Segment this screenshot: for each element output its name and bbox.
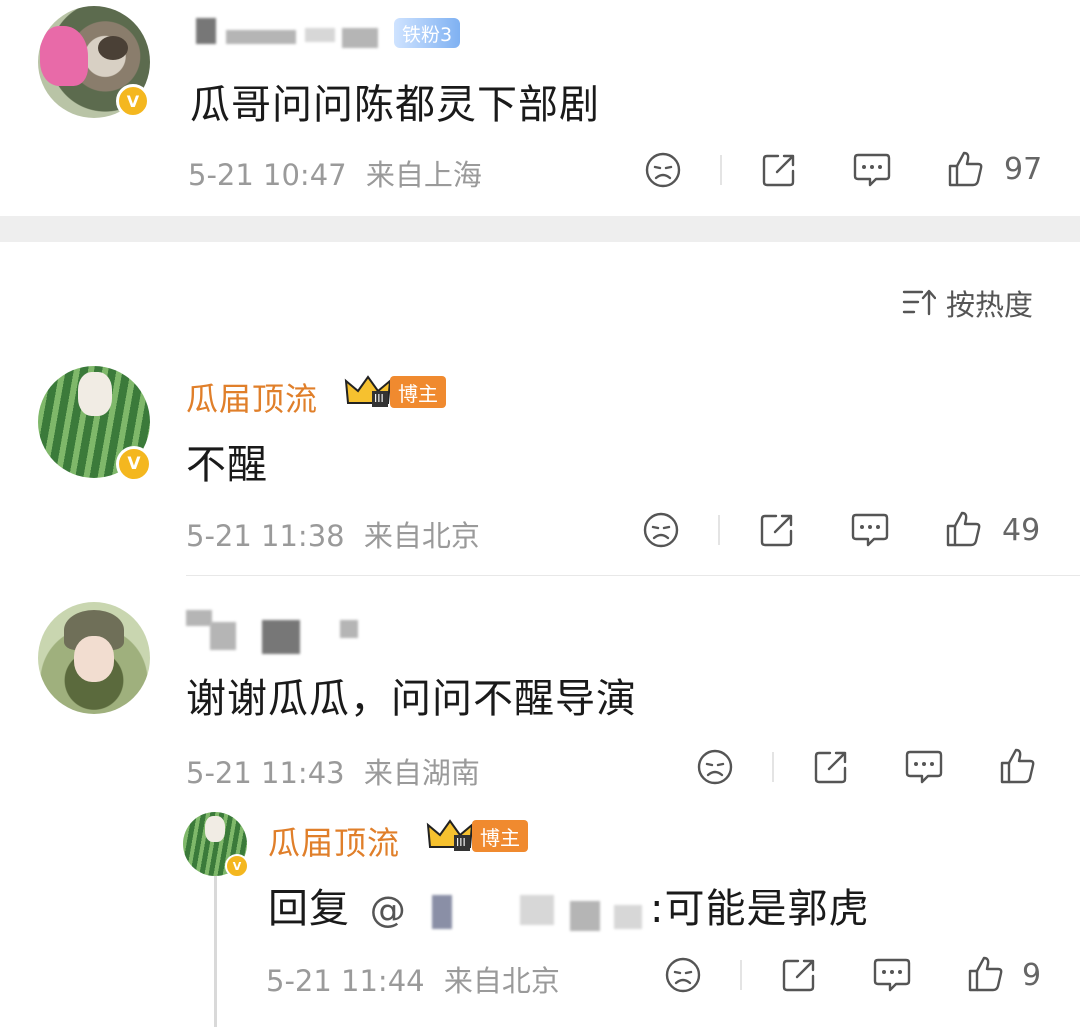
verified-v-icon: V bbox=[225, 854, 249, 878]
crown-level: III bbox=[456, 836, 466, 849]
sort-toggle[interactable]: 按热度 bbox=[900, 282, 1045, 322]
mention-redacted-part bbox=[614, 905, 643, 929]
comment-time: 5-21 11:44 bbox=[266, 964, 425, 998]
like-count: 97 bbox=[1004, 152, 1043, 187]
sort-label: 按热度 bbox=[946, 288, 1034, 322]
blogger-badge: 博主 bbox=[472, 820, 528, 852]
dislike-face-icon[interactable] bbox=[642, 511, 680, 549]
username-redacted bbox=[186, 610, 212, 626]
like-count: 49 bbox=[1002, 513, 1041, 548]
mention-redacted-part bbox=[520, 895, 555, 925]
comment-time: 5-21 11:38 bbox=[186, 519, 345, 553]
like-thumb-icon[interactable] bbox=[946, 149, 986, 189]
username-redacted bbox=[210, 622, 236, 650]
crown-icon bbox=[344, 375, 392, 407]
share-icon[interactable] bbox=[780, 956, 818, 994]
comment-text: 谢谢瓜瓜，问问不醒导演 bbox=[186, 676, 637, 722]
dislike-face-icon[interactable] bbox=[664, 956, 702, 994]
like-thumb-icon[interactable] bbox=[966, 954, 1006, 994]
like-thumb-icon[interactable] bbox=[998, 746, 1038, 786]
username-redacted bbox=[196, 18, 216, 44]
reply-prefix: 回复 bbox=[268, 886, 350, 932]
username-redacted bbox=[340, 620, 358, 638]
like-count: 9 bbox=[1022, 958, 1042, 993]
dislike-face-icon[interactable] bbox=[696, 748, 734, 786]
comment-divider bbox=[186, 575, 1080, 576]
action-separator bbox=[772, 752, 774, 782]
action-separator bbox=[740, 960, 742, 990]
comment-meta: 5-21 11:38 来自北京 bbox=[186, 513, 480, 555]
username-redacted bbox=[342, 28, 378, 48]
comment-location: 来自北京 bbox=[443, 964, 560, 998]
verified-v-icon: V bbox=[116, 446, 152, 482]
share-icon[interactable] bbox=[758, 511, 796, 549]
mention-redacted-part bbox=[432, 895, 453, 929]
share-icon[interactable] bbox=[812, 748, 850, 786]
comment-icon[interactable] bbox=[850, 511, 890, 549]
mention-at[interactable]: @ bbox=[370, 890, 407, 931]
username[interactable]: 瓜届顶流 bbox=[186, 374, 318, 420]
action-separator bbox=[720, 155, 722, 185]
avatar[interactable]: V bbox=[38, 6, 150, 118]
fan-badge-label: 铁粉3 bbox=[402, 23, 453, 46]
comment-text: 不醒 bbox=[186, 442, 268, 488]
comment-location: 来自上海 bbox=[365, 158, 482, 192]
fan-level-badge: 铁粉3 bbox=[394, 18, 461, 48]
comment-icon[interactable] bbox=[904, 748, 944, 786]
verified-v-icon: V bbox=[116, 84, 150, 118]
avatar[interactable]: V bbox=[38, 366, 152, 482]
mention-redacted[interactable] bbox=[420, 891, 652, 931]
avatar[interactable]: V bbox=[183, 812, 249, 878]
comment-location: 来自湖南 bbox=[363, 756, 480, 790]
comment-text: 瓜哥问问陈都灵下部剧 bbox=[190, 82, 600, 128]
comment-meta: 5-21 11:44 来自北京 bbox=[266, 958, 560, 1000]
comment-icon[interactable] bbox=[852, 151, 892, 189]
like-thumb-icon[interactable] bbox=[944, 509, 984, 549]
dislike-face-icon[interactable] bbox=[644, 151, 682, 189]
avatar[interactable] bbox=[38, 602, 150, 714]
sort-icon bbox=[902, 289, 936, 316]
username-redacted bbox=[262, 620, 300, 654]
section-divider bbox=[0, 216, 1080, 242]
comment-meta: 5-21 11:43 来自湖南 bbox=[186, 750, 480, 792]
reply-thread-line bbox=[214, 876, 217, 1027]
crown-level: III bbox=[374, 392, 384, 405]
share-icon[interactable] bbox=[760, 151, 798, 189]
comment-location: 来自北京 bbox=[363, 519, 480, 553]
crown-icon bbox=[426, 819, 474, 851]
reply-text: 回复 @ :可能是郭虎 bbox=[268, 876, 918, 934]
action-separator bbox=[718, 515, 720, 545]
comment-meta: 5-21 10:47 来自上海 bbox=[188, 152, 482, 194]
comment-time: 5-21 11:43 bbox=[186, 756, 345, 790]
username-redacted bbox=[305, 28, 335, 42]
username-redacted bbox=[226, 30, 296, 44]
blogger-badge-label: 博主 bbox=[398, 381, 438, 406]
username[interactable]: 瓜届顶流 bbox=[268, 818, 400, 864]
reply-body: :可能是郭虎 bbox=[650, 886, 870, 932]
mention-redacted-part bbox=[570, 901, 601, 931]
comment-time: 5-21 10:47 bbox=[188, 158, 347, 192]
blogger-badge-label: 博主 bbox=[480, 825, 520, 850]
comment-icon[interactable] bbox=[872, 956, 912, 994]
blogger-badge: 博主 bbox=[390, 376, 446, 408]
